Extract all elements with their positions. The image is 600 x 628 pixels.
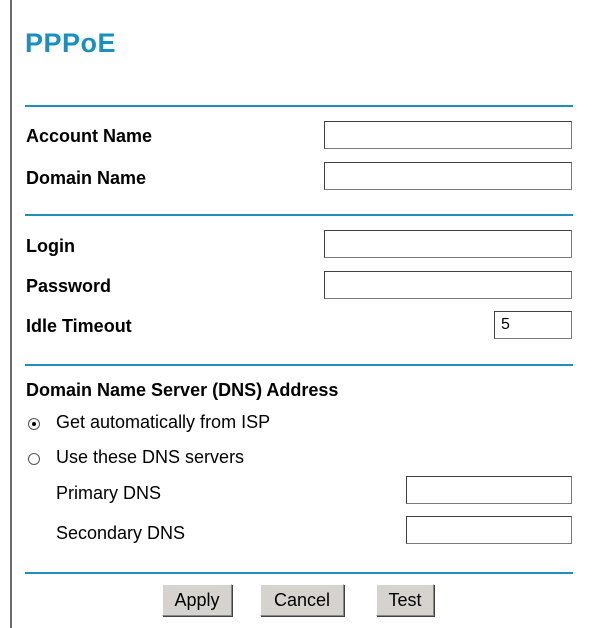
- dns-auto-radio[interactable]: [28, 418, 40, 430]
- primary-dns-label: Primary DNS: [56, 483, 162, 503]
- frame-left-border: [10, 0, 12, 628]
- domain-name-label: Domain Name: [26, 168, 147, 188]
- dns-manual-label[interactable]: Use these DNS servers: [56, 447, 244, 468]
- divider-dns: [25, 572, 573, 574]
- dns-heading: Domain Name Server (DNS) Address: [26, 380, 339, 400]
- login-label: Login: [26, 236, 75, 256]
- radio-selected-dot: [32, 422, 36, 426]
- secondary-dns-field[interactable]: [406, 516, 572, 544]
- password-label: Password: [26, 276, 112, 296]
- account-name-field[interactable]: [324, 121, 572, 149]
- primary-dns-field[interactable]: [406, 476, 572, 504]
- dns-manual-radio[interactable]: [28, 453, 40, 465]
- secondary-dns-label: Secondary DNS: [56, 523, 186, 543]
- login-field[interactable]: [324, 230, 572, 258]
- divider-login: [25, 364, 573, 366]
- dns-auto-label[interactable]: Get automatically from ISP: [56, 412, 270, 433]
- idle-timeout-label: Idle Timeout: [26, 316, 132, 336]
- account-name-label: Account Name: [26, 126, 153, 146]
- divider-account: [25, 214, 573, 216]
- domain-name-field[interactable]: [324, 162, 572, 190]
- apply-button[interactable]: Apply: [162, 584, 232, 616]
- idle-timeout-field[interactable]: [494, 311, 572, 339]
- test-button[interactable]: Test: [376, 584, 434, 616]
- page-title: PPPoE: [25, 28, 117, 58]
- password-field[interactable]: [324, 271, 572, 299]
- divider-top: [25, 105, 573, 107]
- cancel-button[interactable]: Cancel: [260, 584, 344, 616]
